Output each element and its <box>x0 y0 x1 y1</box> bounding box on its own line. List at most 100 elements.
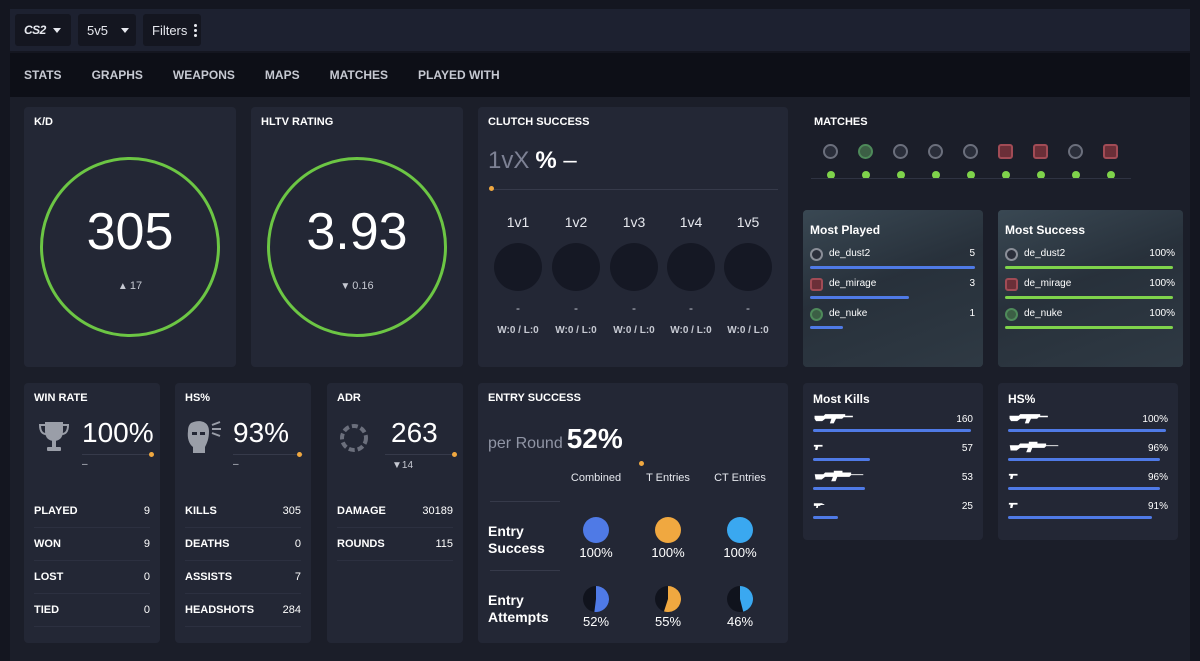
winrate-card: WIN RATE 100% – PLAYED 9 WON 9 LOST 0 TIED 0 <box>24 383 160 643</box>
more-vertical-icon <box>194 23 198 37</box>
map-row[interactable]: de_dust2 5 <box>810 245 975 273</box>
weapon-row[interactable]: 91% <box>1008 498 1168 528</box>
map-value: 1 <box>969 308 975 319</box>
stat-value: 0 <box>143 571 150 583</box>
divider <box>233 454 303 455</box>
stat-label: PLAYED <box>34 505 78 517</box>
map-icon-de_dust2 <box>1005 248 1018 261</box>
weapon-row[interactable]: 25 <box>813 498 973 528</box>
weapon-row[interactable]: 96% <box>1008 469 1168 499</box>
tab-stats[interactable]: STATS <box>24 68 62 82</box>
game-selector[interactable]: CS2 <box>15 14 71 46</box>
tab-graphs[interactable]: GRAPHS <box>92 68 143 82</box>
weapon-row[interactable]: 96% <box>1008 440 1168 470</box>
map-icon-de_dust2[interactable] <box>928 144 943 159</box>
entry-indicator <box>583 517 609 543</box>
stat-value: 0 <box>294 538 301 550</box>
map-row[interactable]: de_nuke 1 <box>810 305 975 333</box>
tab-weapons[interactable]: WEAPONS <box>173 68 235 82</box>
map-icon-de_mirage[interactable] <box>1103 144 1118 159</box>
stat-label: HEADSHOTS <box>185 604 255 616</box>
stat-value: 115 <box>435 538 453 550</box>
weapon-bar <box>813 458 870 461</box>
map-icon-de_dust2[interactable] <box>823 144 838 159</box>
entry-pie <box>583 586 609 612</box>
game-logo: CS2 <box>24 23 46 37</box>
weapon-value: 100% <box>1142 414 1168 425</box>
stat-row: LOST 0 <box>34 561 150 594</box>
map-row[interactable]: de_mirage 100% <box>1005 275 1175 303</box>
entry-indicator <box>727 517 753 543</box>
map-name: de_nuke <box>829 308 868 319</box>
tab-matches[interactable]: MATCHES <box>330 68 388 82</box>
clutch-value: – <box>563 147 577 174</box>
filters-button[interactable]: Filters <box>143 14 201 46</box>
stat-value: 9 <box>143 538 150 550</box>
weapon-value: 91% <box>1147 501 1168 512</box>
clutch-col-value: - <box>574 301 578 315</box>
weapon-value: 160 <box>956 414 973 425</box>
pistol-icon <box>813 444 823 451</box>
mode-selector[interactable]: 5v5 <box>78 14 136 46</box>
weapon-row[interactable]: 53 <box>813 469 973 499</box>
clutch-chart <box>724 243 772 291</box>
hs-title: HS% <box>185 392 211 404</box>
stat-row: DAMAGE 30189 <box>337 495 453 528</box>
hltv-value: 3.93 <box>306 203 408 261</box>
weapon-row[interactable]: 100% <box>1008 411 1168 441</box>
clutch-win-loss: W:0 / L:0 <box>497 325 539 336</box>
trophy-icon <box>38 422 70 451</box>
hs-sub: – <box>233 459 239 470</box>
hltv-ring: 3.93 ▼ 0.16 <box>267 157 447 337</box>
stat-row: ASSISTS 7 <box>185 561 301 594</box>
clutch-col-value: - <box>746 301 750 315</box>
winrate-value: 100% <box>82 417 154 448</box>
entry-headline: per Round 52% <box>488 423 623 455</box>
smg-icon <box>813 503 825 509</box>
stat-value: 7 <box>294 571 301 583</box>
clutch-win-loss: W:0 / L:0 <box>670 325 712 336</box>
map-icon-de_mirage[interactable] <box>1033 144 1048 159</box>
entry-value: 52% <box>566 423 623 454</box>
weapon-value: 96% <box>1147 472 1168 483</box>
map-icon-de_dust2[interactable] <box>1068 144 1083 159</box>
weapon-value: 96% <box>1147 443 1168 454</box>
weapon-row[interactable]: 57 <box>813 440 973 470</box>
map-bar <box>810 296 909 299</box>
progress-marker <box>639 461 644 466</box>
entry-col-combined: Combined <box>570 472 622 484</box>
stat-label: ROUNDS <box>337 538 385 550</box>
map-bar <box>810 266 975 269</box>
clutch-pct-sign: % <box>535 147 557 174</box>
map-icon-de_dust2[interactable] <box>963 144 978 159</box>
tab-maps[interactable]: MAPS <box>265 68 300 82</box>
map-icon-de_nuke[interactable] <box>858 144 873 159</box>
map-row[interactable]: de_dust2 100% <box>1005 245 1175 273</box>
stats-dashboard: K/D 305 ▲ 17 HLTV RATING 3.93 ▼ 0.16 CLUTC… <box>10 97 1190 661</box>
stat-value: 305 <box>282 505 301 517</box>
clutch-win-loss: W:0 / L:0 <box>727 325 769 336</box>
clutch-headline: 1vX% – <box>488 147 577 175</box>
clutch-card: CLUTCH SUCCESS 1vX% – 1v1 - W:0 / L:0 1v… <box>478 107 788 367</box>
stat-value: 284 <box>282 604 301 616</box>
weapon-bar <box>813 429 971 432</box>
weapon-bar <box>1008 487 1160 490</box>
clutch-col-1v4: 1v4 - W:0 / L:0 <box>663 214 719 336</box>
stat-row: ROUNDS 115 <box>337 528 453 561</box>
map-icon-de_dust2[interactable] <box>893 144 908 159</box>
map-value: 100% <box>1149 308 1175 319</box>
winrate-title: WIN RATE <box>34 392 88 404</box>
arrow-down-icon: ▼ <box>340 281 351 292</box>
stat-label: ASSISTS <box>185 571 233 583</box>
map-icon-de_mirage <box>810 278 823 291</box>
weapon-bar <box>813 516 839 519</box>
sniper-icon <box>1009 441 1059 453</box>
map-row[interactable]: de_mirage 3 <box>810 275 975 303</box>
weapon-row[interactable]: 160 <box>813 411 973 441</box>
tab-played-with[interactable]: PLAYED WITH <box>418 68 500 82</box>
rifle-icon <box>1009 414 1048 424</box>
map-row[interactable]: de_nuke 100% <box>1005 305 1175 333</box>
entry-prefix: per Round <box>488 435 563 452</box>
map-icon-de_mirage[interactable] <box>998 144 1013 159</box>
entry-card: ENTRY SUCCESS per Round 52% Combined T En… <box>478 383 788 643</box>
